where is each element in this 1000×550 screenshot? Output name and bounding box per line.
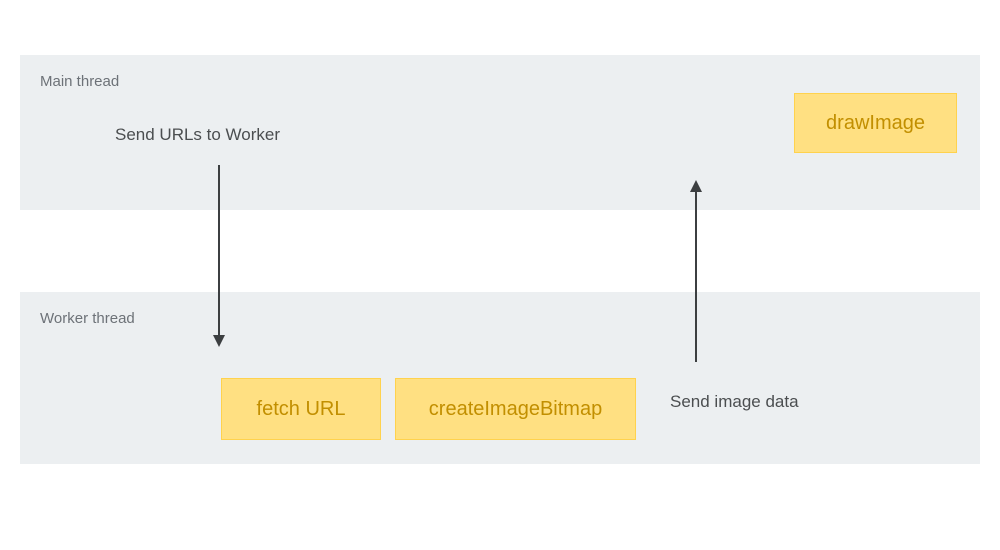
arrow-down-line [218, 165, 220, 337]
box-create-image-bitmap: createImageBitmap [395, 378, 636, 440]
label-send-urls: Send URLs to Worker [115, 125, 280, 145]
box-fetch-url: fetch URL [221, 378, 381, 440]
label-send-image: Send image data [670, 392, 799, 412]
arrow-down-icon [213, 335, 225, 347]
box-fetch-url-label: fetch URL [257, 398, 346, 421]
box-create-image-bitmap-label: createImageBitmap [429, 398, 602, 421]
arrow-up-line [695, 190, 697, 362]
arrow-up-icon [690, 180, 702, 192]
main-thread-label: Main thread [40, 73, 119, 90]
box-drawimage-label: drawImage [826, 112, 925, 135]
worker-thread-label: Worker thread [40, 310, 135, 327]
box-drawimage: drawImage [794, 93, 957, 153]
